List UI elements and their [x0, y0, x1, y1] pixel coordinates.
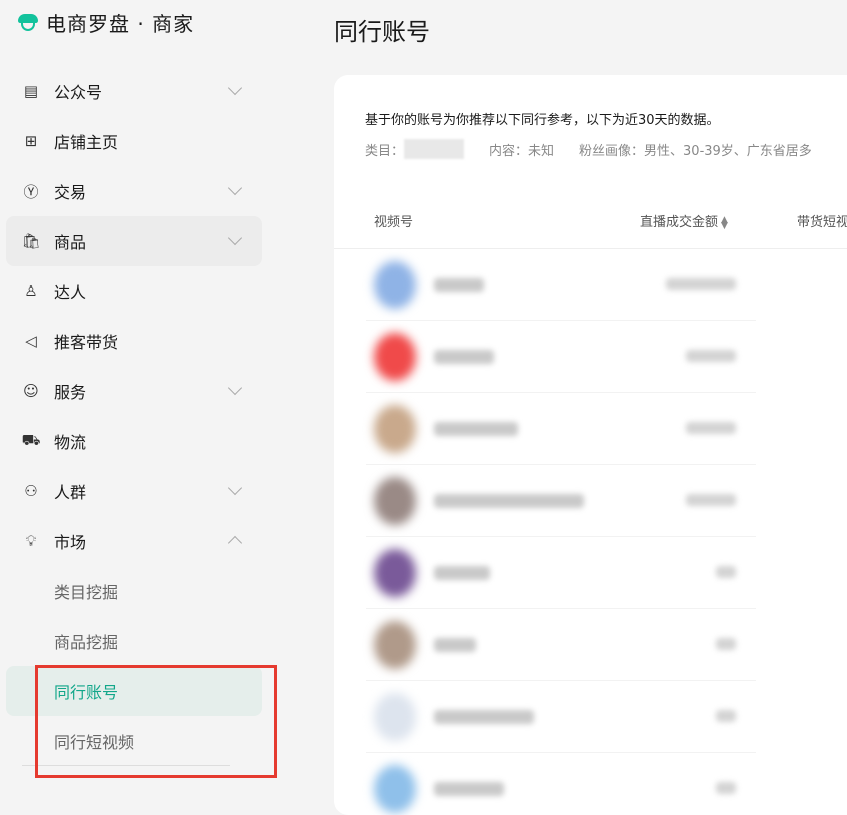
- sidebar-item-label: 店铺主页: [54, 133, 119, 152]
- gmv-value-blurred: [686, 350, 736, 362]
- chevron-down-icon: [227, 380, 243, 396]
- gmv-value-blurred: [686, 422, 736, 434]
- sidebar-item-label: 推客带货: [54, 333, 119, 352]
- chevron-down-icon: [227, 230, 243, 246]
- avatar: [374, 477, 416, 525]
- table-row[interactable]: [334, 321, 847, 393]
- sidebar-menu: ▤ 公众号 ⊞ 店铺主页 Ⓨ 交易 🛍︎ 商品 ♙ 达人 ◁ 推客带货 ☺ 服务 ⛟ 物流 ⚇ 人…: [6, 66, 262, 766]
- sidebar-item-shop-home[interactable]: ⊞ 店铺主页: [6, 116, 262, 166]
- account-name-blurred: [434, 566, 490, 580]
- bulb-icon: 💡︎: [25, 532, 37, 550]
- table-row[interactable]: [334, 609, 847, 681]
- column-header-short-video: 带货短视: [797, 215, 847, 230]
- sidebar-item-label: 达人: [54, 283, 87, 302]
- content-card: 基于你的账号为你推荐以下同行参考，以下为近30天的数据。 类目： 内容：未知 粉…: [334, 75, 847, 815]
- page-description: 基于你的账号为你推荐以下同行参考，以下为近30天的数据。: [365, 113, 720, 128]
- brand-logo[interactable]: 电商罗盘 · 商家: [18, 8, 194, 37]
- account-name-blurred: [434, 782, 504, 796]
- column-header-live-gmv[interactable]: 直播成交金额 ▲ ▼: [640, 211, 728, 230]
- category-value-blurred: [404, 139, 465, 159]
- sidebar-item-market[interactable]: 💡︎ 市场: [6, 516, 262, 566]
- sidebar-item-promoter[interactable]: ◁ 推客带货: [6, 316, 262, 366]
- chevron-down-icon: [227, 180, 243, 196]
- table-row[interactable]: [334, 753, 847, 815]
- document-icon: ▤: [23, 82, 39, 100]
- account-name-blurred: [434, 494, 584, 508]
- gmv-value-blurred: [716, 566, 736, 578]
- sidebar-item-talent[interactable]: ♙ 达人: [6, 266, 262, 316]
- account-name-blurred: [434, 350, 494, 364]
- yen-icon: Ⓨ: [23, 182, 39, 201]
- person-icon: ♙: [24, 282, 38, 300]
- chevron-up-icon: [227, 535, 243, 551]
- sidebar-item-official-account[interactable]: ▤ 公众号: [6, 66, 262, 116]
- sidebar-subitem-product-mining[interactable]: 商品挖掘: [6, 616, 262, 666]
- gmv-value-blurred: [716, 782, 736, 794]
- avatar: [374, 261, 416, 309]
- sidebar-item-logistics[interactable]: ⛟ 物流: [6, 416, 262, 466]
- sidebar-item-label: 人群: [54, 483, 87, 502]
- smile-icon: ☺: [23, 382, 39, 400]
- gmv-value-blurred: [716, 710, 736, 722]
- people-icon: ⚇: [24, 482, 38, 500]
- column-header-label: 直播成交金额: [640, 215, 719, 230]
- page-title: 同行账号: [334, 18, 430, 46]
- fans-profile: 粉丝画像：男性、30-39岁、广东省居多: [579, 143, 812, 159]
- category-label: 类目：: [365, 143, 405, 159]
- avatar: [374, 405, 416, 453]
- sidebar-item-label: 公众号: [54, 83, 103, 102]
- avatar: [374, 549, 416, 597]
- table-row[interactable]: [334, 681, 847, 753]
- account-meta: 类目： 内容：未知 粉丝画像：男性、30-39岁、广东省居多: [365, 139, 812, 159]
- sidebar-item-crowd[interactable]: ⚇ 人群: [6, 466, 262, 516]
- gmv-value-blurred: [686, 494, 736, 506]
- sidebar-item-label: 商品: [54, 233, 87, 252]
- avatar: [374, 693, 416, 741]
- table-row[interactable]: [334, 393, 847, 465]
- bag-icon: 🛍︎: [21, 232, 41, 250]
- content-label: 内容：未知: [489, 143, 555, 159]
- sidebar-item-label: 交易: [54, 183, 87, 202]
- sidebar-item-trade[interactable]: Ⓨ 交易: [6, 166, 262, 216]
- brand-title: 电商罗盘 · 商家: [46, 12, 195, 36]
- account-name-blurred: [434, 638, 476, 652]
- chevron-down-icon: [227, 480, 243, 496]
- avatar: [374, 621, 416, 669]
- table-row[interactable]: [334, 249, 847, 321]
- table-row[interactable]: [334, 537, 847, 609]
- sidebar-subitem-category-mining[interactable]: 类目挖掘: [6, 566, 262, 616]
- account-name-blurred: [434, 422, 518, 436]
- sidebar-item-label: 市场: [54, 533, 87, 552]
- table-row[interactable]: [334, 465, 847, 537]
- sort-icon[interactable]: ▲ ▼: [721, 215, 728, 230]
- table-header: 视频号 直播成交金额 ▲ ▼ 带货短视: [334, 193, 847, 249]
- sidebar-item-product[interactable]: 🛍︎ 商品: [6, 216, 262, 266]
- sidebar-item-label: 物流: [54, 433, 87, 452]
- account-name-blurred: [434, 278, 484, 292]
- avatar: [374, 333, 416, 381]
- account-name-blurred: [434, 710, 534, 724]
- avatar: [374, 765, 416, 813]
- highlight-annotation-box: [35, 665, 277, 778]
- gmv-value-blurred: [666, 278, 736, 290]
- sidebar-item-label: 服务: [54, 383, 87, 402]
- compass-logo-icon: [18, 13, 38, 33]
- sidebar-item-service[interactable]: ☺ 服务: [6, 366, 262, 416]
- megaphone-icon: ◁: [25, 332, 37, 350]
- column-header-channel: 视频号: [374, 215, 414, 230]
- chevron-down-icon: [227, 80, 243, 96]
- grid-icon: ⊞: [24, 132, 38, 150]
- truck-icon: ⛟: [21, 431, 41, 449]
- gmv-value-blurred: [716, 638, 736, 650]
